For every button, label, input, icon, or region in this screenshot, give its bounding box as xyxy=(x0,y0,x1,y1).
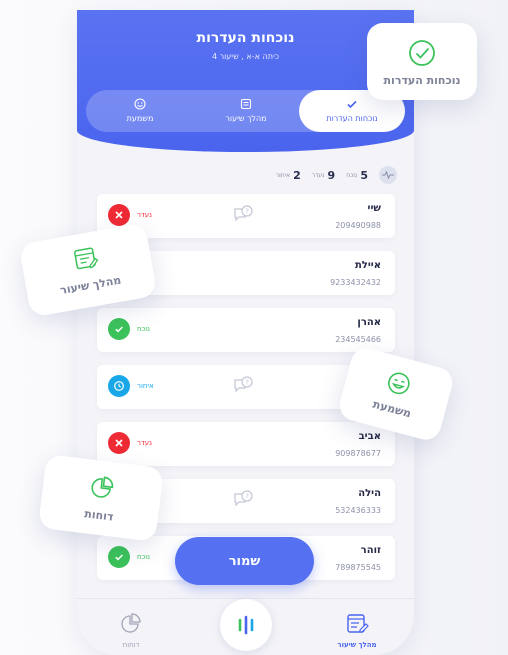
pulse-icon xyxy=(379,166,397,184)
tab-lesson-label: מהלך שיעור xyxy=(225,114,267,123)
student-id: 532436333 xyxy=(335,506,381,515)
status-text: נוכח xyxy=(137,553,150,561)
absent-label: נעדר xyxy=(311,171,325,179)
page-subtitle: כיתה א-א , שיעור 4 xyxy=(211,52,280,61)
nav-reports-label: דוחות xyxy=(122,641,140,649)
tab-lesson[interactable]: מהלך שיעור xyxy=(193,90,299,132)
message-question-icon[interactable]: ? xyxy=(231,203,255,227)
student-id: 789875545 xyxy=(335,563,381,572)
student-id: 909878677 xyxy=(335,449,381,458)
student-name: איילת xyxy=(354,260,381,271)
svg-text:?: ? xyxy=(245,208,249,216)
bars-icon xyxy=(238,615,254,635)
center-menu-button[interactable] xyxy=(220,599,272,651)
smiley-icon xyxy=(388,372,410,395)
status-present-button[interactable] xyxy=(108,318,130,340)
attendance-stats: 5 נוכח 9 נעדר 2 איחור xyxy=(97,166,397,184)
check-icon xyxy=(115,554,123,561)
document-edit-icon xyxy=(347,614,369,633)
nav-reports[interactable]: דוחות xyxy=(101,611,161,649)
clock-icon xyxy=(114,381,124,391)
feature-card-lesson-label: מהלך שיעור xyxy=(59,273,123,298)
check-circle-icon xyxy=(409,40,435,66)
present-count: 5 xyxy=(360,168,368,182)
student-id: 9233432432 xyxy=(330,278,381,287)
feature-card-reports: דוחות xyxy=(37,454,165,542)
student-id: 234545466 xyxy=(335,335,381,344)
student-name: שיי xyxy=(367,203,381,214)
student-row[interactable]: אביב 909878677 נעדר xyxy=(97,422,395,466)
message-question-icon[interactable]: ? xyxy=(231,488,255,512)
document-icon xyxy=(240,98,252,110)
phone-frame: נוכחות העדרות כיתה א-א , שיעור 4 נוכחות … xyxy=(77,10,414,655)
student-name: הילה xyxy=(358,488,381,499)
app-header: נוכחות העדרות כיתה א-א , שיעור 4 נוכחות … xyxy=(77,10,414,152)
document-edit-icon xyxy=(74,247,99,270)
message-question-icon[interactable]: ? xyxy=(231,374,255,398)
svg-text:?: ? xyxy=(245,379,249,387)
pie-chart-icon xyxy=(121,613,141,633)
late-count: 2 xyxy=(293,168,301,182)
student-name: אהרן xyxy=(357,317,381,328)
feature-card-attendance: נוכחות העדרות xyxy=(367,23,477,100)
status-late-button[interactable] xyxy=(108,375,130,397)
nav-lesson[interactable]: מהלך שיעור xyxy=(327,611,387,649)
close-icon xyxy=(115,211,123,219)
present-label: נוכח xyxy=(346,171,358,179)
tab-discipline[interactable]: משמעת xyxy=(87,90,193,132)
feature-card-attendance-label: נוכחות העדרות xyxy=(383,74,461,87)
check-icon xyxy=(347,100,357,109)
late-label: איחור xyxy=(275,171,291,179)
student-row[interactable]: אהרן 234545466 נוכח xyxy=(97,308,395,352)
status-text: נעדר xyxy=(137,211,152,219)
status-absent-button[interactable] xyxy=(108,432,130,454)
tab-bar: נוכחות העדרות מהלך שיעור משמעת xyxy=(86,90,405,132)
save-button[interactable]: שמור xyxy=(175,537,314,585)
bottom-nav: דוחות מהלך שיעור xyxy=(77,598,414,655)
status-text: איחור xyxy=(137,382,154,390)
status-absent-button[interactable] xyxy=(108,204,130,226)
pie-chart-icon xyxy=(91,476,114,498)
tab-attendance-label: נוכחות העדרות xyxy=(326,114,378,123)
svg-text:?: ? xyxy=(245,493,249,501)
page-title: נוכחות העדרות xyxy=(196,30,295,46)
feature-card-reports-label: דוחות xyxy=(83,507,115,524)
student-name: זוהר xyxy=(360,545,381,556)
status-present-button[interactable] xyxy=(108,546,130,568)
check-icon xyxy=(115,326,123,333)
status-text: נעדר xyxy=(137,439,152,447)
smiley-icon xyxy=(134,98,146,110)
student-id: 209490988 xyxy=(335,221,381,230)
absent-count: 9 xyxy=(327,168,336,182)
close-icon xyxy=(115,439,123,447)
nav-lesson-label: מהלך שיעור xyxy=(337,641,377,649)
status-text: נוכח xyxy=(137,325,150,333)
tab-discipline-label: משמעת xyxy=(126,114,154,123)
student-name: אביב xyxy=(358,431,381,442)
